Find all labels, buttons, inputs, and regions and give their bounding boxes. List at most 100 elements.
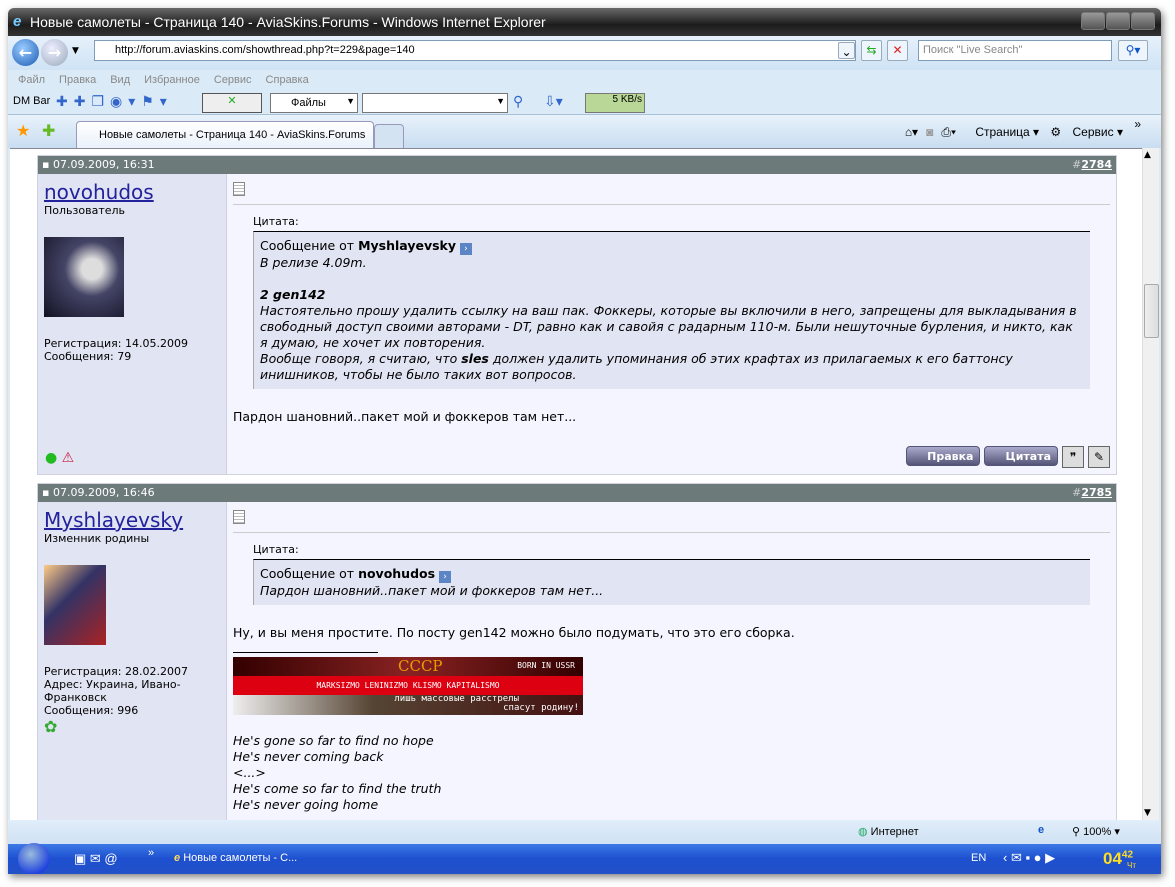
post-icon [233,510,245,524]
signature-lyrics: He's gone so far to find no hope He's nev… [233,733,442,812]
view-post-arrow-icon[interactable]: › [439,571,452,583]
banner-tag: BORN IN USSR [517,661,575,670]
post-2785: ▪ 07.09.2009, 16:46 #2785 Myshlayevsky И… [37,483,1117,820]
ie-icon: e [174,852,181,864]
tools-menu-label: Сервис [1072,125,1114,139]
favorites-star-icon[interactable]: ★ [16,121,30,140]
menu-help[interactable]: Справка [266,74,309,86]
taskbar: ▣ ✉ @ » e Новые самолеты - С... EN ‹ ✉ ▪… [8,843,1161,874]
post-date: 07.09.2009, 16:31 [52,158,155,171]
minimize-button[interactable] [1081,12,1105,30]
icq-icon[interactable]: ✿ [44,717,220,736]
dm-tool-icons[interactable]: ✚✚❐◉▾⚑▾ [56,93,173,110]
zoom-control[interactable]: ⚲ 100% ▾ [1072,825,1120,838]
maximize-button[interactable] [1106,12,1130,30]
post-header: ▪ 07.09.2009, 16:46 #2785 [38,484,1116,502]
quote-paragraph-2: Вообще говоря, я считаю, что sles должен… [260,351,1013,382]
address-bar-row: ← → ▼ http://forum.aviaskins.com/showthr… [8,36,1161,70]
download-icon[interactable]: ⇩▾ [544,93,563,110]
tab-active[interactable]: Новые самолеты - Страница 140 - AviaSkin… [76,121,374,149]
files-select[interactable]: Файлы ▼ [270,93,358,113]
more-commands[interactable]: » [1134,117,1141,131]
rss-icon[interactable]: ◙ [926,125,933,139]
search-input[interactable]: Поиск "Live Search" [918,40,1112,61]
language-indicator[interactable]: EN [971,852,986,864]
quote-label: Цитата: [253,543,299,556]
add-favorite-icon[interactable]: ✚ [42,121,55,140]
username-link[interactable]: novohudos [44,180,220,204]
close-button[interactable] [1131,12,1155,30]
scroll-down-icon[interactable]: ▼ [1144,808,1151,818]
menu-file[interactable]: Файл [18,74,45,86]
search-button[interactable]: ⚲▾ [1118,40,1148,61]
url-dropdown-icon[interactable]: ⌄ [838,42,855,59]
view-post-arrow-icon[interactable]: › [459,243,472,255]
window-title: Новые самолеты - Страница 140 - AviaSkin… [30,14,546,30]
back-button[interactable]: ← [12,39,39,66]
print-icon[interactable]: ⎙▾ [941,125,956,139]
menu-tools[interactable]: Сервис [214,74,252,86]
clock-day: Чт [1127,861,1136,870]
quote-line: В релизе 4.09m. [260,255,367,270]
post-icon [233,182,245,196]
user-rank: Пользователь [44,204,126,217]
username-link[interactable]: Myshlayevsky [44,508,220,532]
page-content: ▪ 07.09.2009, 16:31 #2784 novohudos Поль… [10,148,1142,820]
new-tab-button[interactable] [374,124,404,149]
task-ie[interactable]: e Новые самолеты - С... [174,852,297,864]
page-menu[interactable]: Страница ▾ [967,125,1039,139]
post-number-link[interactable]: #2784 [1072,158,1112,171]
avatar [44,237,124,317]
online-status-icon: ● [45,450,58,466]
page-menu-label: Страница [975,125,1030,139]
signature-banner: СССР BORN IN USSR MARKSIZMO LENINIZMO KLI… [233,657,583,717]
protected-mode-icon: e [1038,824,1045,836]
user-info: novohudos Пользователь Регистрация: 14.0… [38,174,227,474]
tools-menu[interactable]: ⚙ Сервис ▾ [1050,125,1123,139]
quicklaunch-icons[interactable]: ▣ ✉ @ [74,851,118,867]
user-rank: Изменник родины [44,532,150,545]
post-number-link[interactable]: #2785 [1072,486,1112,499]
vertical-scrollbar[interactable]: ▲ ▼ [1142,148,1159,820]
url-input[interactable]: http://forum.aviaskins.com/showthread.ph… [94,40,856,61]
quote-from: Сообщение от [260,566,359,581]
home-icon[interactable]: ⌂▾ [905,125,918,139]
user-registration: Регистрация: 14.05.2009 [44,337,188,350]
post-text: Пардон шановний..пакет мой и фоккеров та… [233,409,577,424]
refresh-button[interactable]: ⇆ [861,40,882,61]
multiquote-icon[interactable]: ❞ [1062,446,1084,468]
quicklaunch-more[interactable]: » [148,847,154,859]
menu-favorites[interactable]: Избранное [144,74,200,86]
quote-line: Пардон шановний..пакет мой и фоккеров та… [260,583,604,598]
quote-box: Сообщение от novohudos › Пардон шановний… [253,559,1090,605]
start-button[interactable] [18,843,50,874]
post-body: Цитата: Сообщение от Myshlayevsky › В ре… [227,174,1116,474]
banner-line2: спасут родину! [503,703,579,713]
banner-title: СССР [398,657,443,675]
quote-author: Myshlayevsky [358,238,456,253]
user-post-count: Сообщения: 79 [44,350,132,363]
post-2784: ▪ 07.09.2009, 16:31 #2784 novohudos Поль… [37,155,1117,475]
scroll-up-icon[interactable]: ▲ [1144,150,1151,160]
forward-button[interactable]: → [41,39,68,66]
menu-view[interactable]: Вид [110,74,130,86]
menu-edit[interactable]: Правка [59,74,96,86]
report-icon[interactable]: ⚠ [62,450,75,466]
dm-search-input[interactable]: ▼ [362,93,508,113]
stop-button[interactable]: ✕ [887,40,908,61]
scroll-thumb[interactable] [1144,284,1159,338]
dm-search-icon[interactable]: ⚲ [513,93,523,110]
quote-button[interactable]: Цитата [984,446,1058,466]
tab-row: ★ ✚ Новые самолеты - Страница 140 - Avia… [8,114,1161,149]
title-bar: e Новые самолеты - Страница 140 - AviaSk… [8,8,1161,36]
dm-drop-target[interactable]: ✕ [202,93,262,113]
history-dropdown-icon[interactable]: ▼ [72,46,79,56]
quote-label: Цитата: [253,215,299,228]
quick-reply-icon[interactable]: ✎ [1088,446,1110,468]
dm-toolbar: DM Bar ✚✚❐◉▾⚑▾ ✕ Файлы ▼ ▼ ⚲ ⇩▾ 5 KB/s [8,90,1161,114]
tab-label: Новые самолеты - Страница 140 - AviaSkin… [99,129,366,141]
post-header: ▪ 07.09.2009, 16:31 #2784 [38,156,1116,174]
ie-logo-icon: e [13,13,22,30]
tray-icons[interactable]: ‹ ✉ ▪ ● ▶ [1003,850,1055,866]
edit-button[interactable]: Правка [906,446,981,466]
